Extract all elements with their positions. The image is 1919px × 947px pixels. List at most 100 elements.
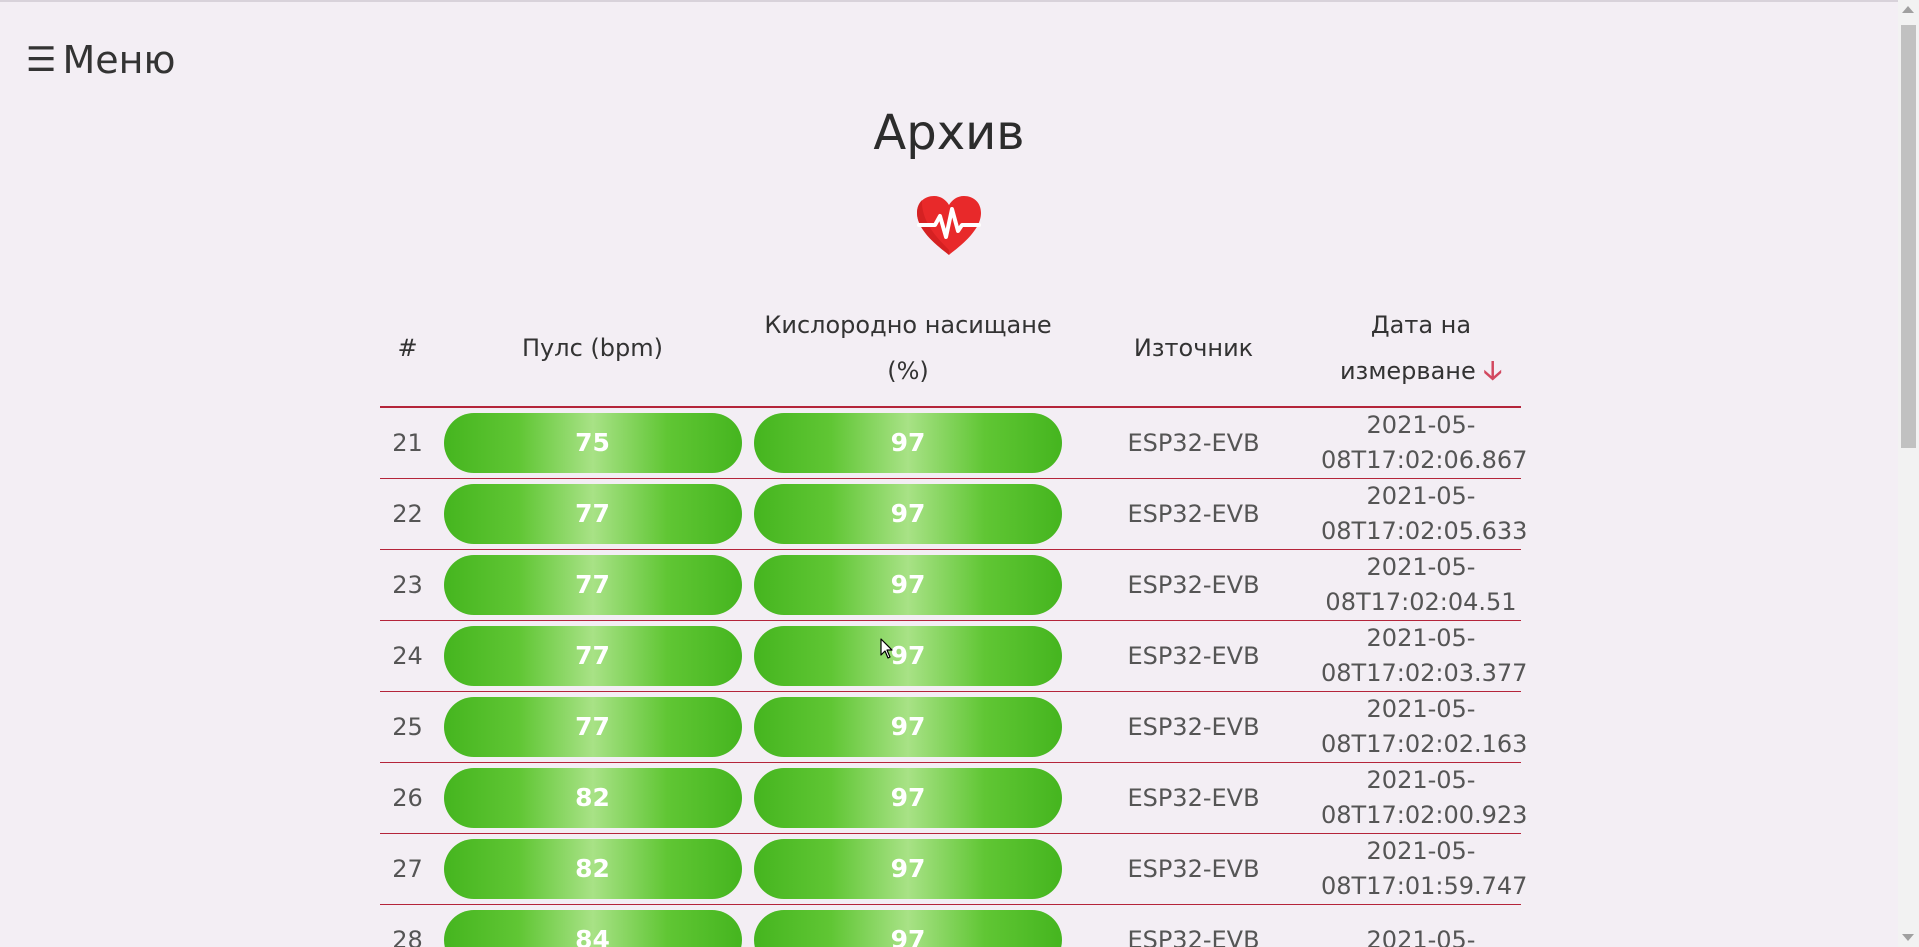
row-index: 23 [380, 549, 435, 621]
spo2-cell: 97 [750, 833, 1066, 905]
date-part: 2021-05- [1366, 553, 1476, 581]
table-row: 27 82 97 ESP32-EVB 2021-05- 08T17:01:59.747 [380, 833, 1527, 905]
source-cell: ESP32-EVB [1066, 478, 1321, 550]
table-row: 25 77 97 ESP32-EVB 2021-05- 08T17:02:02.163 [380, 691, 1527, 763]
date-part: 2021-05- [1366, 837, 1476, 865]
source-cell: ESP32-EVB [1066, 904, 1321, 947]
date-part: 2021-05- [1366, 411, 1476, 439]
date-part: 2021-05- [1366, 766, 1476, 794]
date-cell: 2021-05- [1321, 904, 1521, 947]
scrollbar-thumb[interactable] [1901, 25, 1916, 448]
pulse-cell: 82 [435, 833, 750, 905]
archive-table: # Пулс (bpm) Кислородно насищане (%) Изт… [380, 290, 1527, 947]
spo2-cell: 97 [750, 691, 1066, 763]
pulse-badge: 77 [443, 484, 742, 544]
hamburger-icon: ☰ [26, 40, 57, 80]
row-index: 25 [380, 691, 435, 763]
time-part: 08T17:02:04.51 [1325, 588, 1517, 616]
date-cell: 2021-05- 08T17:02:05.633 [1321, 478, 1527, 550]
row-index: 21 [380, 407, 435, 479]
table-row: 26 82 97 ESP32-EVB 2021-05- 08T17:02:00.923 [380, 762, 1527, 834]
table-row: 28 84 97 ESP32-EVB 2021-05- [380, 904, 1521, 947]
time-part: 08T17:02:00.923 [1321, 801, 1528, 829]
pulse-badge: 77 [443, 626, 742, 686]
table-row: 21 75 97 ESP32-EVB 2021-05- 08T17:02:06.867 [380, 407, 1527, 479]
source-cell: ESP32-EVB [1066, 833, 1321, 905]
table-row: 23 77 97 ESP32-EVB 2021-05- 08T17:02:04.51 [380, 549, 1521, 621]
spo2-cell: 97 [750, 620, 1066, 692]
source-cell: ESP32-EVB [1066, 407, 1321, 479]
row-index: 22 [380, 478, 435, 550]
source-cell: ESP32-EVB [1066, 620, 1321, 692]
spo2-cell: 97 [750, 904, 1066, 947]
time-part: 08T17:02:03.377 [1321, 659, 1528, 687]
scroll-up-arrow-icon[interactable] [1902, 6, 1914, 13]
menu-label: Меню [62, 38, 176, 82]
row-index: 26 [380, 762, 435, 834]
scroll-down-arrow-icon[interactable] [1902, 934, 1914, 941]
pulse-badge: 84 [443, 910, 742, 947]
pulse-cell: 77 [435, 620, 750, 692]
date-part: 2021-05- [1366, 624, 1476, 652]
date-part: 2021-05- [1366, 925, 1476, 947]
mouse-cursor-icon [880, 638, 893, 659]
arrow-down-icon[interactable]: 🡣 [1483, 356, 1502, 386]
heart-pulse-icon [917, 196, 981, 255]
spo2-cell: 97 [750, 762, 1066, 834]
spo2-badge: 97 [754, 555, 1062, 615]
spo2-cell: 97 [750, 478, 1066, 550]
pulse-cell: 77 [435, 478, 750, 550]
spo2-badge: 97 [754, 413, 1062, 473]
spo2-badge: 97 [754, 910, 1062, 947]
column-header-source[interactable]: Източник [1066, 290, 1321, 408]
source-cell: ESP32-EVB [1066, 549, 1321, 621]
date-cell: 2021-05- 08T17:02:02.163 [1321, 691, 1527, 763]
pulse-cell: 82 [435, 762, 750, 834]
pulse-badge: 82 [443, 839, 742, 899]
date-header-line2: измерване [1339, 357, 1476, 385]
column-header-date[interactable]: Дата на измерване 🡣 [1321, 290, 1521, 408]
spo2-badge: 97 [754, 697, 1062, 757]
pulse-cell: 84 [435, 904, 750, 947]
date-part: 2021-05- [1366, 695, 1476, 723]
column-header-index[interactable]: # [380, 290, 435, 408]
row-index: 27 [380, 833, 435, 905]
pulse-badge: 82 [443, 768, 742, 828]
time-part: 08T17:01:59.747 [1321, 872, 1528, 900]
spo2-cell: 97 [750, 549, 1066, 621]
pulse-cell: 77 [435, 691, 750, 763]
table-row: 22 77 97 ESP32-EVB 2021-05- 08T17:02:05.633 [380, 478, 1527, 550]
source-cell: ESP32-EVB [1066, 762, 1321, 834]
table-row: 24 77 97 ESP32-EVB 2021-05- 08T17:02:03.377 [380, 620, 1527, 692]
pulse-badge: 75 [443, 413, 742, 473]
pulse-badge: 77 [443, 697, 742, 757]
time-part: 08T17:02:06.867 [1321, 446, 1528, 474]
column-header-pulse[interactable]: Пулс (bpm) [435, 290, 750, 408]
date-part: 2021-05- [1366, 482, 1476, 510]
row-index: 28 [380, 904, 435, 947]
page-title: Архив [873, 105, 1025, 161]
date-cell: 2021-05- 08T17:01:59.747 [1321, 833, 1527, 905]
spo2-badge: 97 [754, 768, 1062, 828]
row-index: 24 [380, 620, 435, 692]
column-header-spo2[interactable]: Кислородно насищане (%) [750, 290, 1066, 408]
pulse-cell: 75 [435, 407, 750, 479]
pulse-cell: 77 [435, 549, 750, 621]
date-cell: 2021-05- 08T17:02:04.51 [1321, 549, 1521, 621]
pulse-badge: 77 [443, 555, 742, 615]
time-part: 08T17:02:02.163 [1321, 730, 1528, 758]
spo2-badge: 97 [754, 626, 1062, 686]
menu-button[interactable]: ☰ Меню [26, 38, 175, 82]
spo2-cell: 97 [750, 407, 1066, 479]
time-part: 08T17:02:05.633 [1321, 517, 1528, 545]
vertical-scrollbar[interactable] [1898, 0, 1919, 947]
archive-table-container: # Пулс (bpm) Кислородно насищане (%) Изт… [380, 290, 1527, 947]
source-cell: ESP32-EVB [1066, 691, 1321, 763]
date-cell: 2021-05- 08T17:02:03.377 [1321, 620, 1527, 692]
date-header-line1: Дата на [1370, 311, 1472, 339]
spo2-badge: 97 [754, 484, 1062, 544]
date-cell: 2021-05- 08T17:02:00.923 [1321, 762, 1527, 834]
page-viewport: ☰ Меню Архив # Пулс (bpm) Кислородно наси… [0, 0, 1898, 947]
table-header-row: # Пулс (bpm) Кислородно насищане (%) Изт… [380, 290, 1521, 408]
date-cell: 2021-05- 08T17:02:06.867 [1321, 407, 1527, 479]
